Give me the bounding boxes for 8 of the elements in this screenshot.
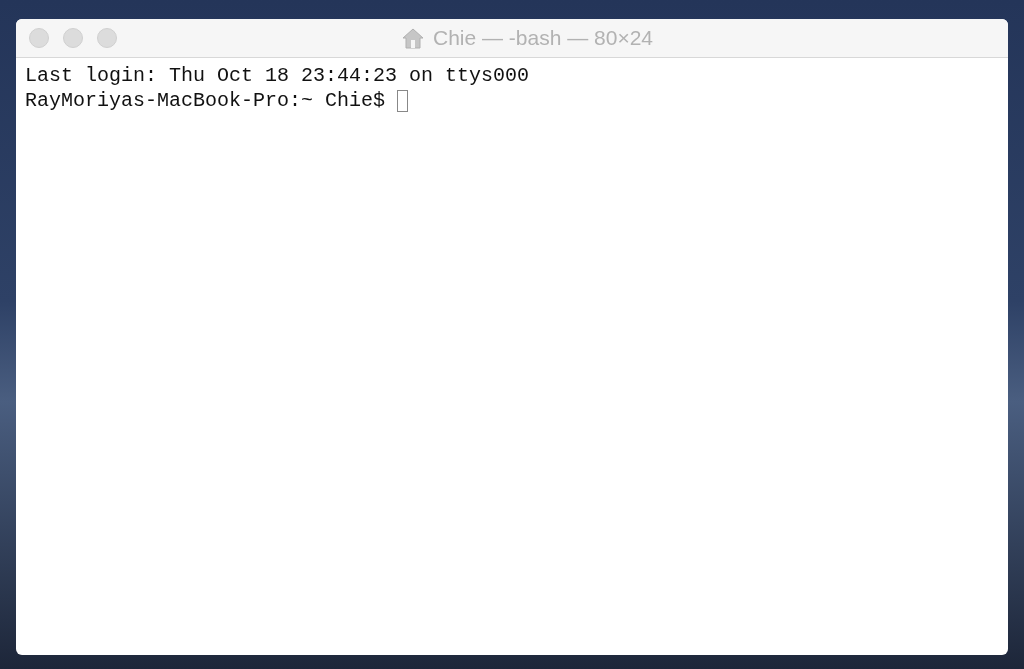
terminal-line: RayMoriyas-MacBook-Pro:~ Chie$ <box>25 88 387 113</box>
minimize-button[interactable] <box>63 28 83 48</box>
zoom-button[interactable] <box>97 28 117 48</box>
window-title: Chie — -bash — 80×24 <box>432 26 653 50</box>
house-icon <box>400 26 425 50</box>
terminal-line: Last login: Thu Oct 18 23:44:23 on ttys000 <box>25 63 530 88</box>
cursor <box>397 89 409 112</box>
close-button[interactable] <box>29 28 49 48</box>
